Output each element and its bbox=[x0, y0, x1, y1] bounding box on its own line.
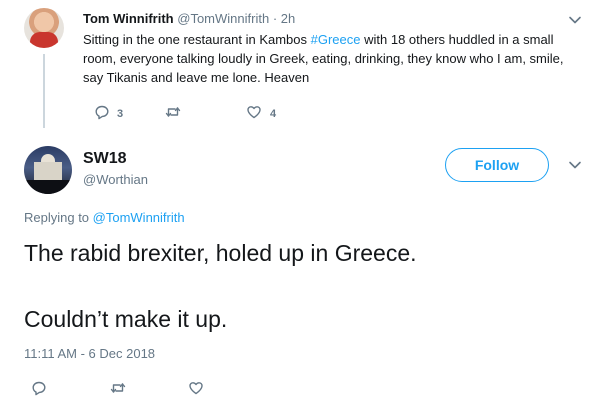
main-more-menu[interactable] bbox=[568, 158, 582, 177]
parent-tweet-header: Tom Winnifrith @TomWinnifrith · 2h bbox=[83, 11, 295, 26]
parent-like-action[interactable]: 4 bbox=[246, 104, 276, 123]
tweet-timestamp[interactable]: 11:11 AM - 6 Dec 2018 bbox=[24, 346, 155, 361]
avatar-sw18[interactable] bbox=[24, 146, 72, 194]
parent-reply-count: 3 bbox=[117, 107, 124, 120]
replying-to-line: Replying to @TomWinnifrith bbox=[24, 210, 185, 225]
main-tweet-line-1: The rabid brexiter, holed up in Greece. bbox=[24, 240, 417, 266]
avatar-tom-winnifrith[interactable] bbox=[24, 8, 64, 48]
parent-reply-action[interactable]: 3 bbox=[94, 104, 123, 123]
main-author-handle[interactable]: @Worthian bbox=[83, 172, 148, 187]
header-separator: · bbox=[272, 11, 278, 26]
hashtag-link[interactable]: #Greece bbox=[311, 32, 361, 47]
main-like-action[interactable] bbox=[188, 380, 204, 399]
reply-icon bbox=[94, 104, 110, 123]
parent-tweet-time[interactable]: 2h bbox=[281, 11, 295, 26]
chevron-down-icon bbox=[568, 14, 582, 31]
parent-author-name[interactable]: Tom Winnifrith bbox=[83, 11, 174, 26]
heart-icon bbox=[246, 104, 262, 123]
parent-text-before: Sitting in the one restaurant in Kambos bbox=[83, 32, 311, 47]
parent-like-count: 4 bbox=[270, 107, 277, 120]
parent-tweet-text: Sitting in the one restaurant in Kambos … bbox=[83, 30, 573, 87]
reply-icon bbox=[31, 380, 47, 399]
main-author-name[interactable]: SW18 bbox=[83, 150, 127, 168]
parent-author-handle[interactable]: @TomWinnifrith bbox=[177, 11, 269, 26]
main-reply-action[interactable] bbox=[31, 380, 47, 399]
thread-connector-line bbox=[43, 54, 45, 128]
heart-icon bbox=[188, 380, 204, 399]
chevron-down-icon bbox=[568, 159, 582, 176]
follow-button[interactable]: Follow bbox=[445, 148, 549, 182]
retweet-icon bbox=[110, 380, 126, 399]
replying-to-link[interactable]: @TomWinnifrith bbox=[93, 210, 185, 225]
main-retweet-action[interactable] bbox=[110, 380, 126, 399]
parent-retweet-action[interactable] bbox=[165, 104, 187, 123]
retweet-icon bbox=[165, 104, 181, 123]
replying-prefix: Replying to bbox=[24, 210, 93, 225]
main-tweet-line-2: Couldn’t make it up. bbox=[24, 306, 228, 332]
